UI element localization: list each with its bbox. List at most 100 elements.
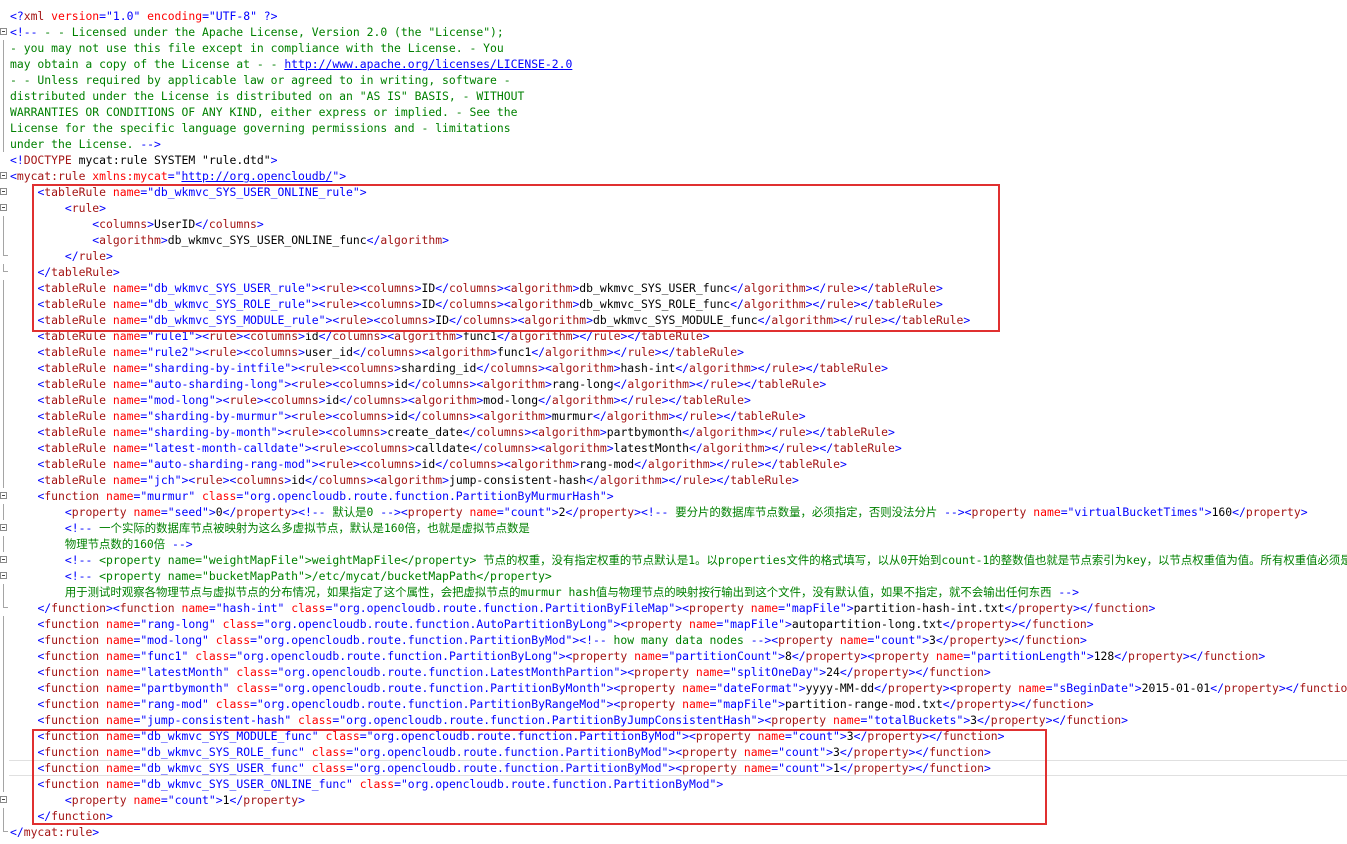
code-token: "org.opencloudb.route.function.Partition… xyxy=(236,649,559,663)
fold-gutter xyxy=(0,456,8,472)
code-line[interactable]: <function name="jump-consistent-hash" cl… xyxy=(0,712,1347,728)
code-line[interactable]: </mycat:rule> xyxy=(0,824,1347,840)
fold-toggle-icon[interactable] xyxy=(0,524,7,531)
fold-toggle-icon[interactable] xyxy=(0,172,7,179)
code-token: name xyxy=(682,617,717,631)
code-line[interactable]: <tableRule name="auto-sharding-long"><ru… xyxy=(0,376,1347,392)
code-text: <!-- <property name="weightMapFile">weig… xyxy=(10,552,1347,568)
code-token: name xyxy=(1011,681,1046,695)
code-token: http://org.opencloudb/ xyxy=(181,169,333,183)
code-token: rule xyxy=(730,457,758,471)
code-line[interactable]: <function name="rang-mod" class="org.ope… xyxy=(0,696,1347,712)
code-token: id xyxy=(394,409,408,423)
code-token: > xyxy=(256,393,264,407)
code-token: tableRule xyxy=(833,441,895,455)
code-token: property xyxy=(1127,649,1183,663)
code-token: calldate xyxy=(414,441,470,455)
code-line[interactable]: <function name="func1" class="org.opencl… xyxy=(0,648,1347,664)
code-line[interactable]: <tableRule name="jch"><rule><columns>id<… xyxy=(0,472,1347,488)
code-token: name xyxy=(743,601,779,615)
code-token: algorithm xyxy=(627,377,690,391)
fold-toggle-icon[interactable] xyxy=(0,28,7,35)
code-token: property xyxy=(620,697,676,711)
code-token: <!-- xyxy=(640,505,669,519)
code-line[interactable]: <!-- 一个实际的数据库节点被映射为这么多虚拟节点，默认是160倍，也就是虚拟… xyxy=(0,520,1347,536)
code-token: > xyxy=(1258,649,1266,663)
code-token: class xyxy=(208,633,251,647)
code-line[interactable]: <!-- <property name="weightMapFile">weig… xyxy=(0,552,1347,568)
code-line[interactable]: <tableRule name="rule2"><rule><columns>u… xyxy=(0,344,1347,360)
code-line[interactable]: may obtain a copy of the License at - - … xyxy=(0,56,1347,72)
code-line[interactable]: distributed under the License is distrib… xyxy=(0,88,1347,104)
code-line[interactable]: <tableRule name="sharding-by-month"><rul… xyxy=(0,424,1347,440)
code-token: may obtain a copy of the License at - - xyxy=(10,57,285,71)
code-token: name xyxy=(929,649,964,663)
code-line[interactable]: 用于测试时观察各物理节点与虚拟节点的分布情况，如果指定了这个属性，会把虚拟节点的… xyxy=(0,584,1347,600)
code-line[interactable]: - you may not use this file except in co… xyxy=(0,40,1347,56)
code-token: > xyxy=(318,393,326,407)
code-token: < xyxy=(538,441,545,455)
code-line[interactable]: <function name="murmur" class="org.openc… xyxy=(0,488,1347,504)
code-token: </ xyxy=(476,361,491,375)
fold-toggle-icon[interactable] xyxy=(0,492,7,499)
code-line[interactable]: <tableRule name="mod-long"><rule><column… xyxy=(0,392,1347,408)
code-token: </ xyxy=(935,633,950,647)
code-text: may obtain a copy of the License at - - … xyxy=(10,56,572,72)
code-line[interactable]: 物理节点数的160倍 --> xyxy=(0,536,1347,552)
code-token: function xyxy=(44,681,100,695)
code-token: property xyxy=(634,665,689,679)
fold-gutter xyxy=(0,24,8,40)
code-line[interactable]: </function><function name="hash-int" cla… xyxy=(0,600,1347,616)
code-token: name xyxy=(833,633,868,647)
code-line[interactable]: <function name="mod-long" class="org.ope… xyxy=(0,632,1347,648)
code-line[interactable]: - - Unless required by applicable law or… xyxy=(0,72,1347,88)
fold-toggle-icon[interactable] xyxy=(0,188,7,195)
code-token: property xyxy=(1223,681,1279,695)
code-line[interactable]: <tableRule name="sharding-by-murmur"><ru… xyxy=(0,408,1347,424)
code-line[interactable]: <tableRule name="auto-sharding-rang-mod"… xyxy=(0,456,1347,472)
code-line[interactable]: <!DOCTYPE mycat:rule SYSTEM "rule.dtd"> xyxy=(0,152,1347,168)
code-token: </ xyxy=(668,393,683,407)
code-token: property xyxy=(771,713,827,727)
code-line[interactable]: WARRANTIES OR CONDITIONS OF ANY KIND, ei… xyxy=(0,104,1347,120)
code-token: function xyxy=(1203,649,1259,663)
code-line[interactable]: <function name="rang-long" class="org.op… xyxy=(0,616,1347,632)
fold-toggle-icon[interactable] xyxy=(0,796,7,803)
code-token: tableRule xyxy=(44,473,107,487)
code-token: "totalBuckets" xyxy=(867,713,964,727)
code-line[interactable]: under the License. --> xyxy=(0,136,1347,152)
code-line[interactable]: <property name="seed">0</property><!-- 默… xyxy=(0,504,1347,520)
code-token: columns xyxy=(270,393,319,407)
code-token: > xyxy=(819,377,827,391)
fold-toggle-icon[interactable] xyxy=(0,204,7,211)
code-token: property xyxy=(805,649,861,663)
fold-gutter xyxy=(0,216,8,232)
code-token: name xyxy=(99,713,134,727)
code-token: name xyxy=(688,665,724,679)
code-text: WARRANTIES OR CONDITIONS OF ANY KIND, ei… xyxy=(10,104,517,120)
code-token: < xyxy=(359,457,367,471)
code-text: under the License. --> xyxy=(10,136,161,152)
code-line[interactable]: <function name="latestMonth" class="org.… xyxy=(0,664,1347,680)
code-text: <tableRule name="latest-month-calldate">… xyxy=(10,440,901,456)
code-editor[interactable]: <?xml version="1.0" encoding="UTF-8" ?> <… xyxy=(0,0,1347,844)
fold-toggle-icon[interactable] xyxy=(0,572,7,579)
code-line[interactable]: <function name="partbymonth" class="org.… xyxy=(0,680,1347,696)
fold-gutter xyxy=(0,648,8,664)
code-line[interactable]: <tableRule name="sharding-by-intfile"><r… xyxy=(0,360,1347,376)
code-line[interactable]: License for the specific language govern… xyxy=(0,120,1347,136)
code-token: > xyxy=(400,393,408,407)
code-token: sharding_id xyxy=(400,361,477,375)
code-line[interactable]: <!-- - - Licensed under the Apache Licen… xyxy=(0,24,1347,40)
code-token: > xyxy=(366,473,374,487)
code-token: 128 xyxy=(1093,649,1115,663)
fold-toggle-icon[interactable] xyxy=(0,556,7,563)
code-token: function xyxy=(1299,681,1347,695)
code-line[interactable]: <tableRule name="latest-month-calldate">… xyxy=(0,440,1347,456)
code-token: > xyxy=(599,425,607,439)
code-line[interactable]: <!-- <property name="bucketMapPath">/etc… xyxy=(0,568,1347,584)
code-line[interactable]: <mycat:rule xmlns:mycat="http://org.open… xyxy=(0,168,1347,184)
code-text: </mycat:rule> xyxy=(10,824,99,840)
code-line[interactable]: <?xml version="1.0" encoding="UTF-8" ?> xyxy=(0,8,1347,24)
code-token: "latest-month-calldate" xyxy=(147,441,305,455)
